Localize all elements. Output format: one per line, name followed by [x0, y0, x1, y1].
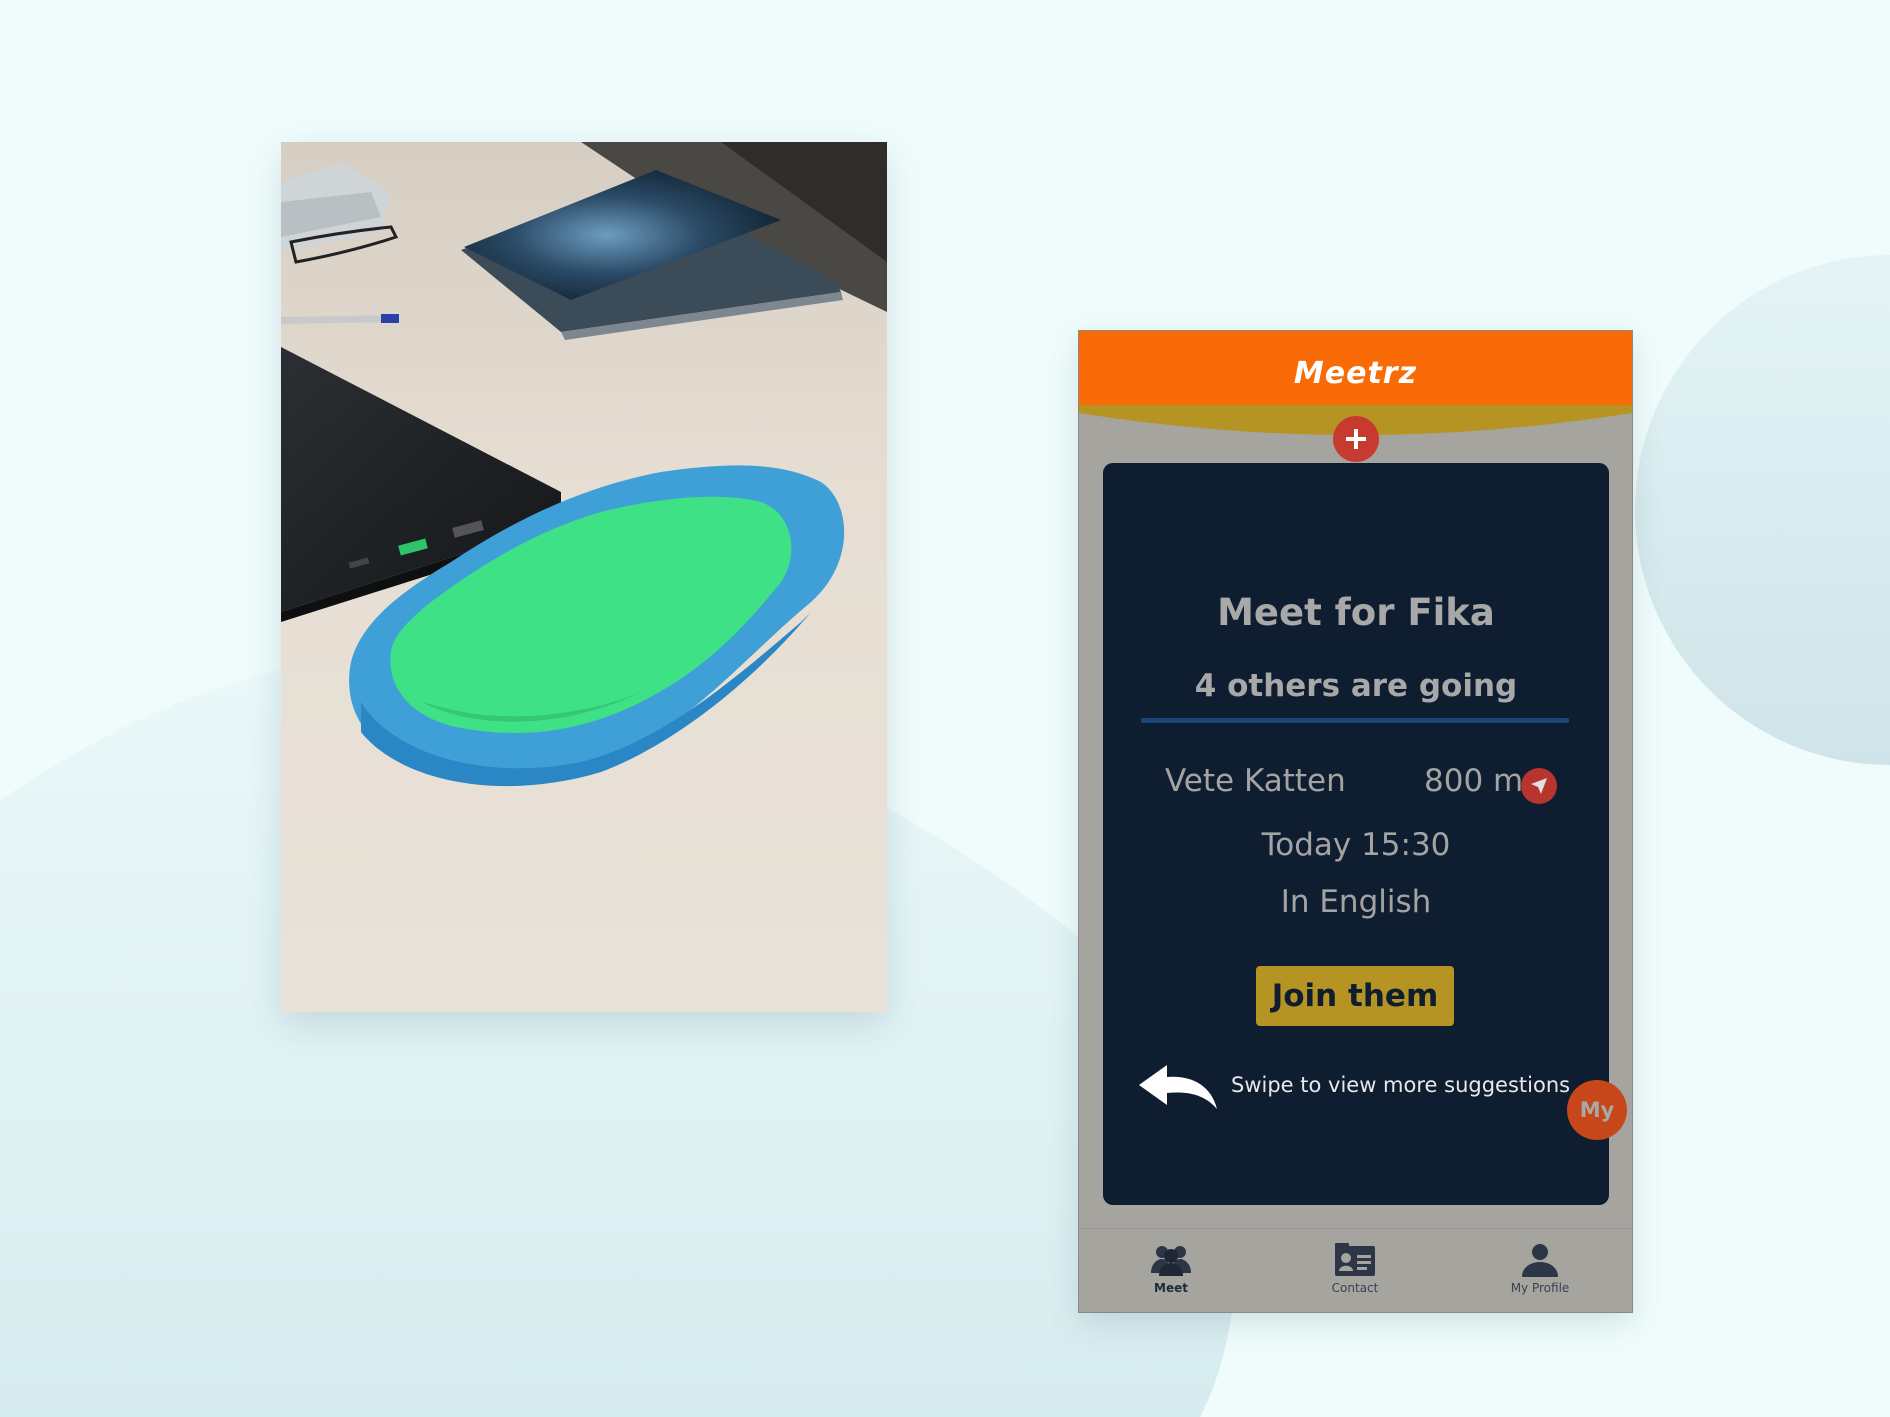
group-icon: [1151, 1246, 1191, 1276]
tab-label: Contact: [1331, 1281, 1379, 1295]
distance-value: 800 m: [1424, 763, 1524, 799]
add-meetup-button[interactable]: [1333, 416, 1379, 462]
app-logo: Meetrz: [1293, 355, 1418, 391]
person-icon: [1522, 1244, 1558, 1277]
tab-label: My Profile: [1510, 1281, 1570, 1295]
place-name: Vete Katten: [1165, 763, 1346, 799]
attendee-count: 4 others are going: [1194, 668, 1518, 704]
bottom-tab-bar: Meet Contact My Profile: [1079, 1228, 1632, 1312]
meetup-time: Today 15:30: [1261, 827, 1451, 863]
swipe-hint: Swipe to view more suggestions: [1231, 1073, 1571, 1097]
tab-contact[interactable]: Contact: [1295, 1243, 1415, 1307]
tab-my-profile[interactable]: My Profile: [1480, 1243, 1600, 1307]
contact-card-icon: [1335, 1243, 1375, 1276]
join-button[interactable]: Join them: [1256, 966, 1454, 1026]
meetup-title: Meet for Fika: [1217, 591, 1495, 634]
meetup-language: In English: [1280, 884, 1432, 920]
tab-meet[interactable]: Meet: [1111, 1243, 1231, 1307]
prototype-photo: [281, 142, 887, 1012]
location-arrow-icon: [1531, 778, 1547, 794]
swipe-back-arrow-icon: [1139, 1065, 1217, 1109]
plus-icon: [1346, 429, 1366, 449]
navigation-icon[interactable]: [1521, 768, 1557, 804]
meetup-card[interactable]: Meet for Fika 4 others are going Vete Ka…: [1103, 463, 1609, 1205]
my-meetups-bubble[interactable]: My: [1567, 1080, 1627, 1140]
app-header: Meetrz: [1079, 331, 1632, 409]
phone-mockup: Meetrz Meet for Fika 4 others are going …: [1078, 330, 1633, 1313]
divider: [1141, 718, 1569, 723]
tab-label: Meet: [1154, 1281, 1188, 1295]
